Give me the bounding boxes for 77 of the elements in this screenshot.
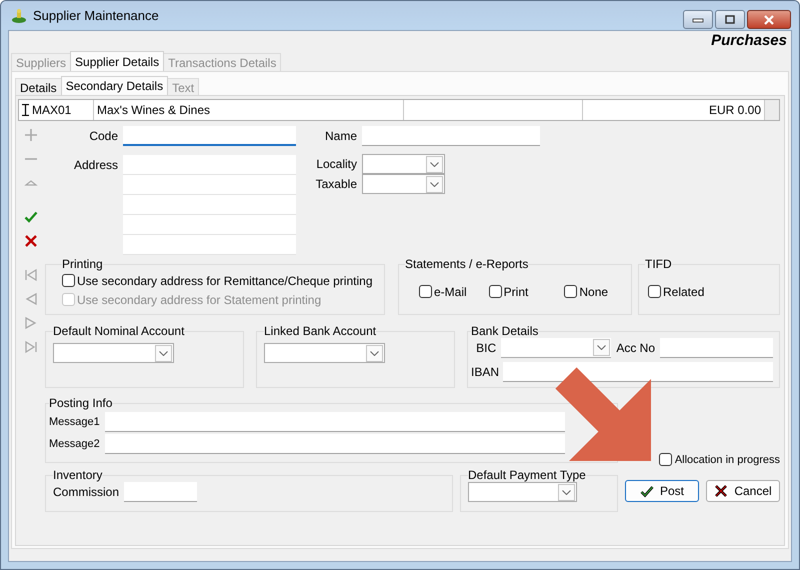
close-icon: [763, 14, 775, 24]
message-field[interactable]: [105, 434, 565, 454]
post-button[interactable]: Post: [625, 480, 699, 502]
maximize-button[interactable]: [715, 10, 745, 29]
field-label: Message2: [49, 438, 101, 450]
chevron-icon: [430, 182, 439, 186]
chevron-icon: [430, 162, 439, 166]
locality-dropdown[interactable]: [362, 154, 445, 174]
address-field[interactable]: [123, 175, 296, 195]
address-field[interactable]: [123, 195, 296, 215]
address-field[interactable]: [123, 235, 296, 255]
minimize-icon: [692, 16, 704, 22]
group-title: Default Nominal Account: [53, 324, 184, 338]
cross-icon: [714, 484, 728, 498]
taxable-dropdown[interactable]: [362, 174, 445, 194]
module-title: Purchases: [711, 32, 787, 49]
code-field[interactable]: [123, 126, 296, 146]
tab[interactable]: Secondary Details: [60, 76, 168, 95]
tab[interactable]: Details: [15, 78, 62, 95]
close-button[interactable]: [747, 10, 791, 29]
field-label: Commission: [53, 485, 120, 499]
name-field[interactable]: [362, 126, 540, 146]
app-icon: [11, 8, 27, 24]
checkbox[interactable]: [419, 285, 432, 298]
checkbox[interactable]: [488, 285, 502, 298]
message-field[interactable]: [105, 412, 565, 432]
field-label: Taxable: [314, 177, 357, 191]
cancel-button[interactable]: Cancel: [706, 480, 780, 502]
group-title: Linked Bank Account: [264, 324, 376, 338]
minimize-button[interactable]: [683, 10, 713, 29]
field-label: Name: [324, 129, 357, 143]
checkbox[interactable]: [658, 453, 672, 466]
group-title: TIFD: [645, 257, 672, 271]
checkbox-label: Use secondary address for Remittance/Cheque printing: [77, 274, 372, 288]
checkbox-label: e-Mail: [434, 284, 467, 298]
tab[interactable]: Supplier Details: [70, 51, 164, 71]
commission-field[interactable]: [124, 482, 198, 502]
chevron-icon: [370, 350, 379, 356]
maximize-icon: [724, 14, 736, 24]
field-label: Message1: [49, 416, 101, 428]
address-field[interactable]: [123, 155, 296, 175]
field-label: IBAN: [471, 365, 498, 379]
checkbox-label: Related: [663, 284, 704, 298]
checkbox[interactable]: [564, 285, 578, 298]
address-field[interactable]: [123, 215, 296, 235]
record-name: Max's Wines & Dines: [94, 100, 404, 120]
iban-field[interactable]: [503, 362, 773, 382]
group-title: Default Payment Type: [468, 468, 586, 482]
chevron-icon: [562, 490, 571, 494]
field-label: Code: [88, 129, 118, 143]
record-code: MAX01: [32, 103, 72, 117]
bank-account-dropdown[interactable]: [264, 343, 385, 363]
chevron-icon: [159, 350, 168, 356]
field-label: Locality: [315, 157, 357, 171]
nominal-account-dropdown[interactable]: [53, 343, 174, 363]
group-title: Printing: [62, 257, 103, 271]
field-label: Acc No: [616, 341, 655, 355]
group-title: Bank Details: [471, 324, 538, 338]
checkbox-label: Allocation in progress: [674, 454, 780, 466]
window-title: Supplier Maintenance: [33, 8, 159, 23]
checkbox-label: Print: [504, 284, 528, 298]
chevron-icon: [597, 345, 606, 350]
checkbox-label: Use secondary address for Statement printing: [77, 292, 322, 306]
checkbox-label: None: [579, 284, 608, 298]
check-icon: [640, 484, 654, 498]
bic-dropdown[interactable]: [501, 338, 612, 358]
account-number-field[interactable]: [660, 338, 773, 358]
field-label: BIC: [475, 341, 496, 355]
group-title: Inventory: [53, 468, 102, 482]
payment-type-dropdown[interactable]: [468, 482, 577, 502]
text-cursor-icon: [22, 104, 29, 116]
field-label: Address: [72, 158, 118, 172]
group-title: Statements / e-Reports: [405, 257, 528, 271]
group-title: Posting Info: [49, 396, 112, 410]
checkbox[interactable]: [648, 285, 661, 298]
checkbox[interactable]: [62, 274, 75, 287]
table-cell: [765, 100, 779, 120]
